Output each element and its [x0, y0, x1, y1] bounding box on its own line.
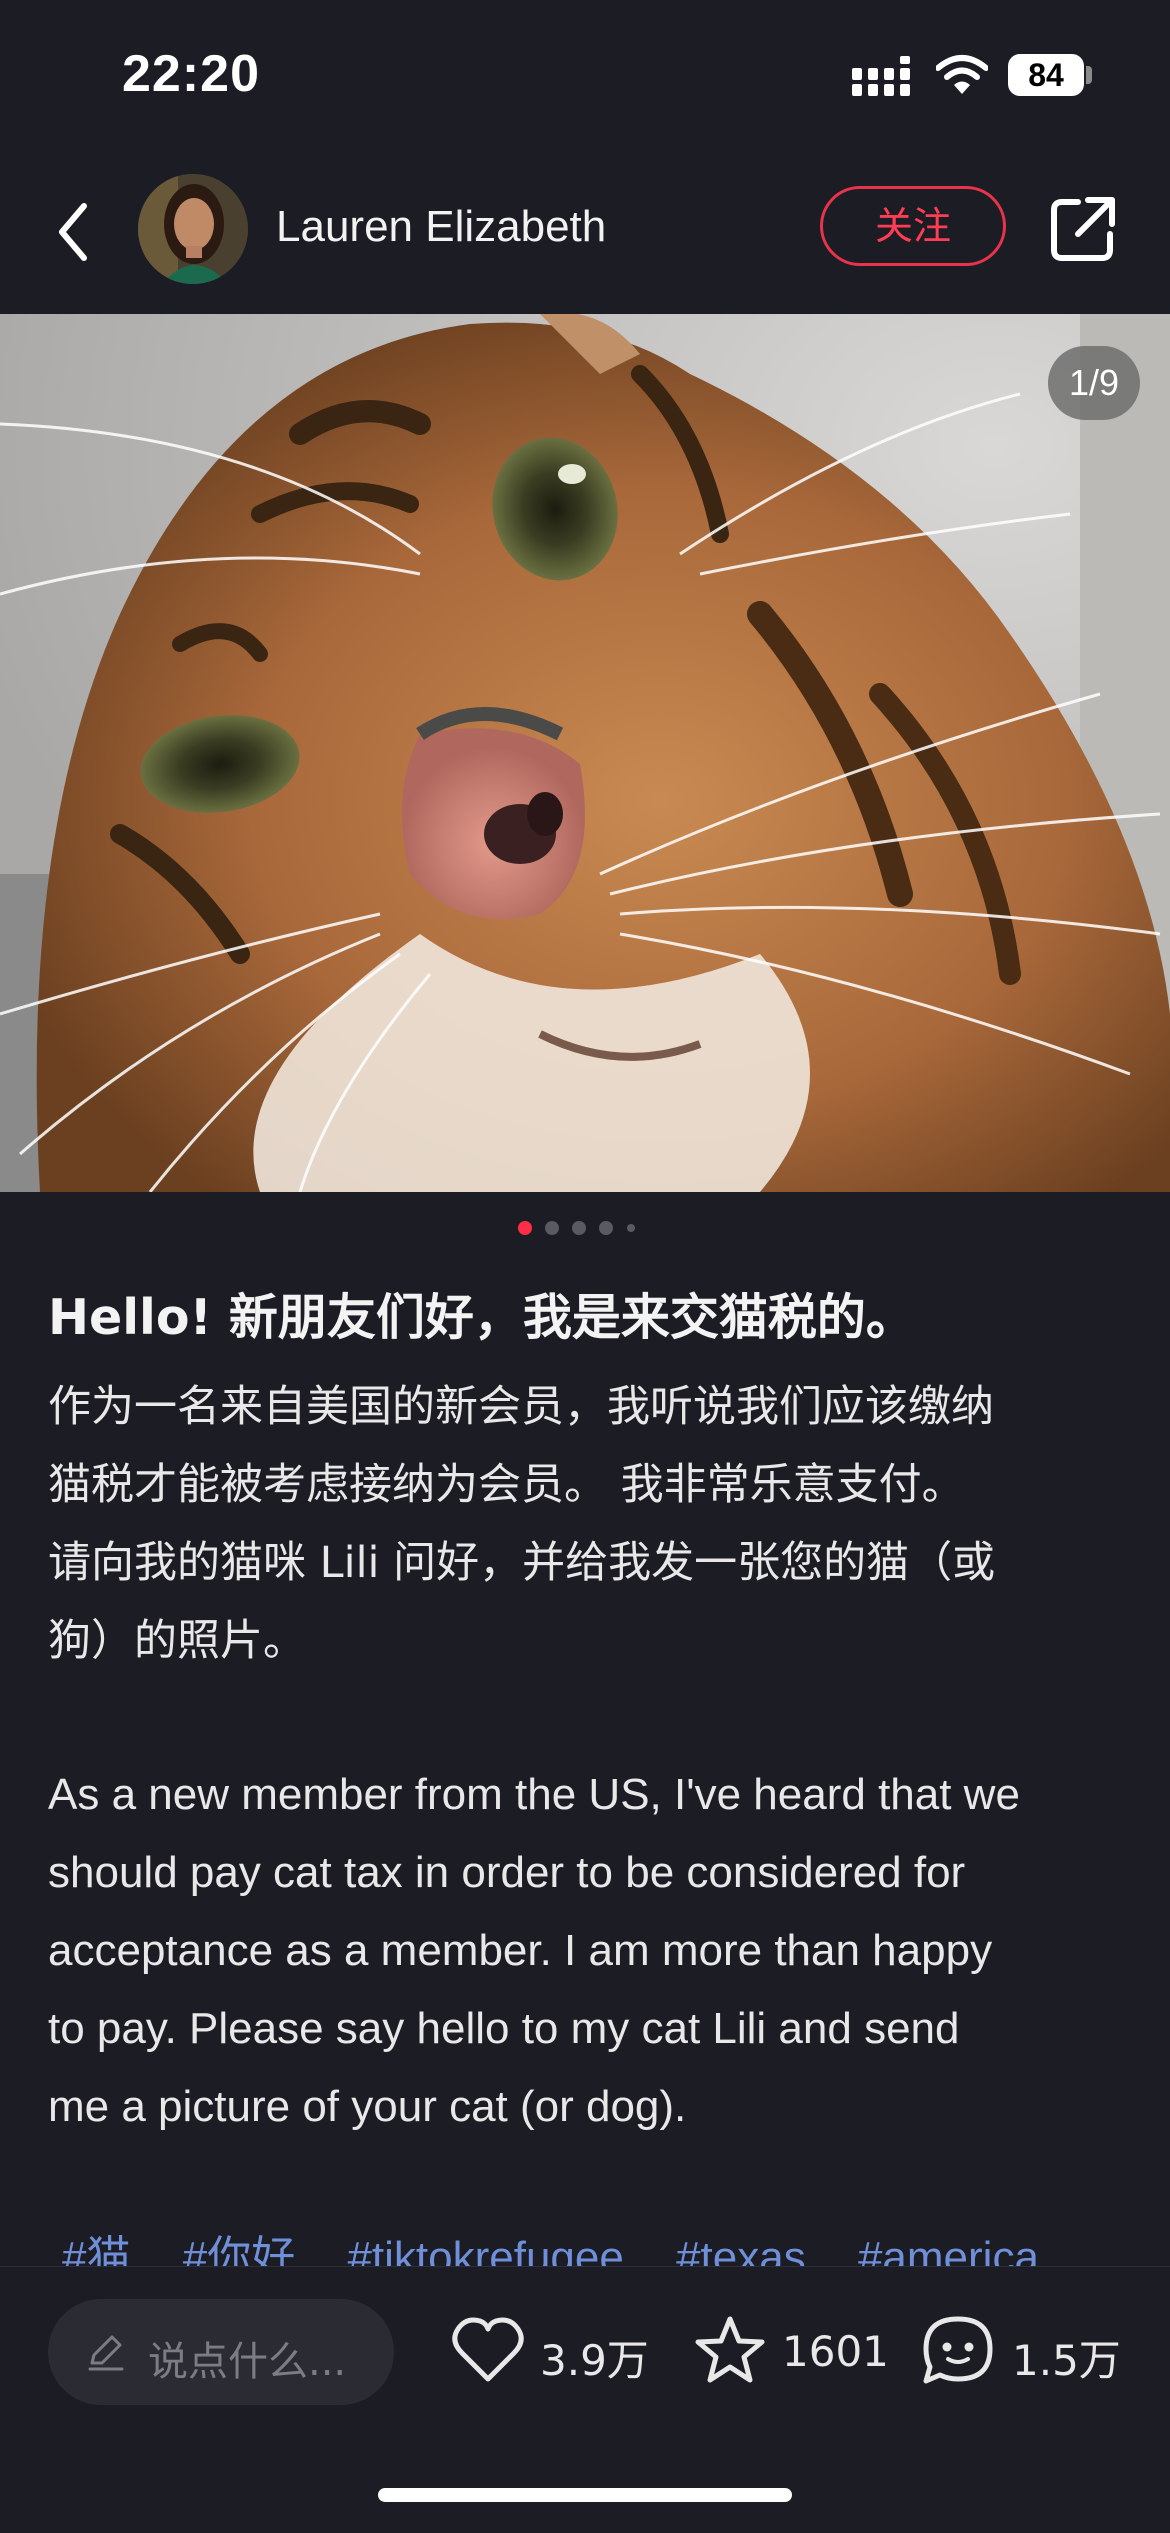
status-time: 22:20 [122, 45, 260, 103]
comment-button[interactable]: 1.5万 [918, 2311, 1158, 2391]
hashtag-link[interactable]: #texas [676, 2228, 806, 2266]
share-icon[interactable] [1048, 194, 1118, 264]
photo-counter: 1/9 [1048, 346, 1140, 420]
comment-input[interactable]: 说点什么... [48, 2299, 394, 2405]
back-arrow-icon[interactable] [50, 194, 100, 270]
favorite-count: 1601 [782, 2327, 889, 2376]
like-button[interactable]: 3.9万 [448, 2311, 658, 2391]
hashtag-list: #猫 #你好 #tiktokrefugee #texas #america [62, 2228, 1162, 2266]
battery-indicator: 84 [1008, 54, 1084, 96]
post-photo[interactable] [0, 314, 1170, 1192]
signal-icon [852, 56, 910, 96]
follow-button[interactable]: 关注 [820, 186, 1006, 266]
post-body-line: As a new member from the US, I've heard … [48, 1770, 1020, 1819]
author-avatar[interactable] [138, 174, 248, 284]
post-body-line: acceptance as a member. I am more than h… [48, 1926, 993, 1975]
pencil-icon [88, 2335, 124, 2371]
comment-placeholder: 说点什么... [148, 2339, 347, 2385]
battery-tip [1086, 66, 1092, 84]
like-count: 3.9万 [540, 2336, 649, 2385]
nav-bar: Lauren Elizabeth 关注 [0, 150, 1170, 314]
home-indicator[interactable] [378, 2488, 792, 2502]
pagination-dot [627, 1224, 635, 1232]
comment-count: 1.5万 [1012, 2336, 1121, 2385]
favorite-button[interactable]: 1601 [690, 2311, 890, 2391]
author-name[interactable]: Lauren Elizabeth [276, 202, 606, 252]
chat-bubble-icon [923, 2316, 993, 2384]
hashtag-link[interactable]: #猫 [62, 2228, 130, 2266]
pagination-dot [545, 1221, 559, 1235]
post-body-line: to pay. Please say hello to my cat Lili … [48, 2004, 960, 2053]
post-body-line: 作为一名来自美国的新会员，我听说我们应该缴纳 [48, 1382, 994, 1432]
post-body-line: 请向我的猫咪 Lili 问好，并给我发一张您的猫（或 [48, 1538, 996, 1588]
post-title: Hello! 新朋友们好，我是来交猫税的。 [48, 1289, 915, 1346]
post-body-chinese: 作为一名来自美国的新会员，我听说我们应该缴纳 猫税才能被考虑接纳为会员。 我非常… [48, 1368, 1128, 1680]
post-body-line: should pay cat tax in order to be consid… [48, 1848, 966, 1897]
hashtag-link[interactable]: #america [858, 2228, 1039, 2266]
status-bar: 22:20 84 [0, 0, 1170, 150]
heart-icon [452, 2317, 524, 2382]
post-body-line: me a picture of your cat (or dog). [48, 2082, 687, 2131]
post-body-english: As a new member from the US, I've heard … [48, 1756, 1138, 2146]
post-body-line: 猫税才能被考虑接纳为会员。 我非常乐意支付。 [48, 1460, 965, 1510]
post-body-line: 狗）的照片。 [48, 1616, 306, 1666]
pagination-dot [572, 1221, 586, 1235]
hashtag-link[interactable]: #tiktokrefugee [347, 2228, 623, 2266]
pagination-dot [599, 1221, 613, 1235]
pagination-dot-active [518, 1221, 532, 1235]
wifi-icon [936, 55, 988, 94]
hashtag-link[interactable]: #你好 [183, 2228, 295, 2266]
star-icon [695, 2316, 765, 2383]
